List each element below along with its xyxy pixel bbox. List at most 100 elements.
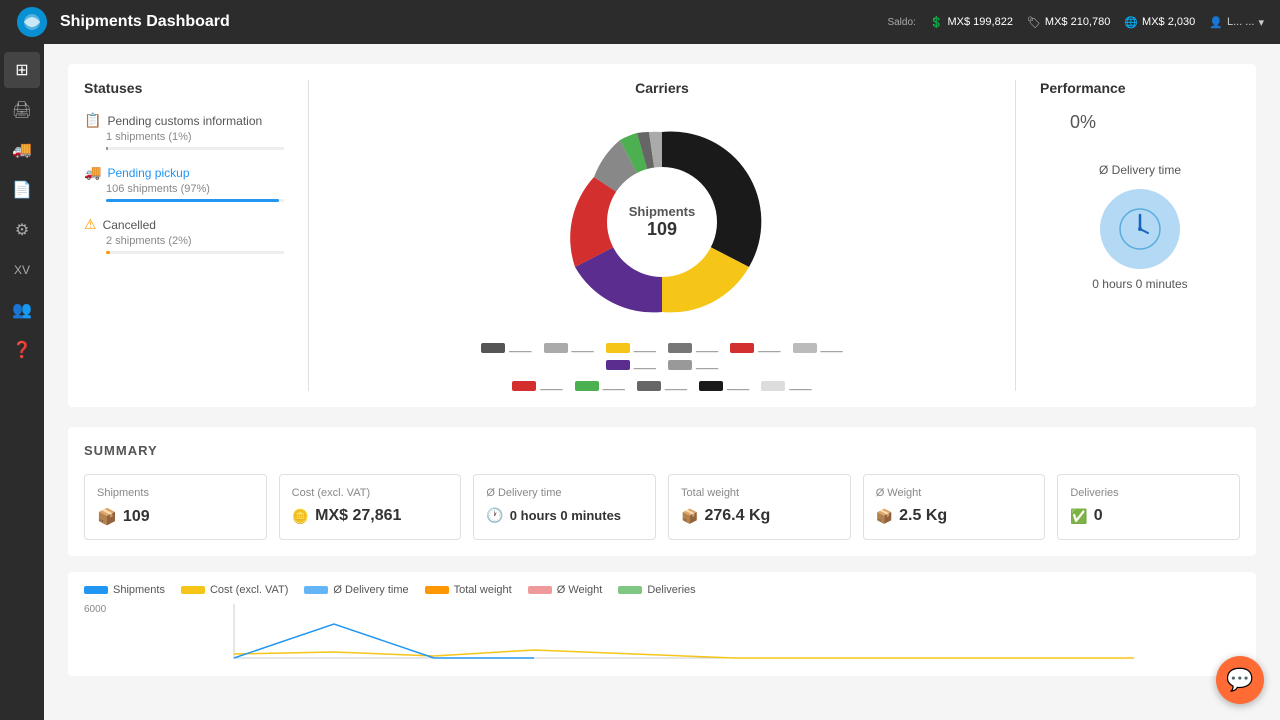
- cost-num: MX$ 27,861: [315, 507, 401, 525]
- main-layout: ⊞ 🖨 🚚 📄 ⚙ XV 👥 ❓ Statuses 📋 Pending cust…: [0, 44, 1280, 720]
- card-deliveries-label: Deliveries: [1070, 487, 1227, 499]
- card-cost: Cost (excl. VAT) 🪙 MX$ 27,861: [279, 474, 462, 540]
- legend-item-7: ____: [606, 359, 656, 370]
- legend-item-5: ____: [730, 342, 780, 353]
- cancelled-bar-fill: [106, 251, 110, 254]
- carriers-legend-row2: ____ ____ ____ ____: [512, 380, 811, 391]
- legend-color-6: [793, 343, 817, 353]
- shipments-num: 109: [123, 508, 150, 526]
- user-icon: 👤: [1209, 16, 1223, 29]
- weight-num: 276.4 Kg: [704, 507, 770, 525]
- saldo-label: Saldo:: [887, 17, 915, 28]
- user-menu[interactable]: 👤 L... ... ▾: [1209, 16, 1264, 29]
- clock-circle: [1100, 189, 1180, 269]
- legend-item-2: ____: [544, 342, 594, 353]
- legend-label-9: ____: [540, 380, 562, 391]
- shipments-icon: 📦: [97, 507, 117, 527]
- cost-line: [234, 650, 1134, 658]
- sidebar-item-shipments[interactable]: 🚚: [4, 132, 40, 168]
- avg-weight-icon: 📦: [876, 508, 893, 525]
- balance3: 🌐 MX$ 2,030: [1124, 16, 1195, 29]
- legend-label-total-weight: Total weight: [454, 584, 512, 596]
- summary-title: SUMMARY: [84, 443, 1240, 458]
- legend-item-10: ____: [575, 380, 625, 391]
- header-right: Saldo: 💲 MX$ 199,822 🏷 MX$ 210,780 🌐 MX$…: [887, 16, 1264, 29]
- sidebar-item-labels[interactable]: XV: [4, 252, 40, 288]
- sidebar-item-help[interactable]: ❓: [4, 332, 40, 368]
- cost-icon: 🪙: [292, 508, 309, 525]
- legend-color-4: [668, 343, 692, 353]
- deliveries-num: 0: [1094, 507, 1103, 525]
- customs-label: Pending customs information: [107, 114, 262, 128]
- legend-cost: Cost (excl. VAT): [181, 584, 288, 596]
- legend-item-9: ____: [512, 380, 562, 391]
- legend-color-delivery: [304, 586, 328, 594]
- username: L... ...: [1227, 16, 1255, 28]
- legend-color-2: [544, 343, 568, 353]
- legend-label-11: ____: [665, 380, 687, 391]
- sidebar-item-print[interactable]: 🖨: [4, 92, 40, 128]
- status-item-pending-pickup: 🚚 Pending pickup 106 shipments (97%): [84, 164, 284, 202]
- legend-label-10: ____: [603, 380, 625, 391]
- chart-wrapper: 6000: [84, 604, 1240, 664]
- card-avg-weight: Ø Weight 📦 2.5 Kg: [863, 474, 1046, 540]
- customs-bar: [106, 147, 284, 150]
- summary-section: SUMMARY Shipments 📦 109 Cost (excl. VAT)…: [68, 427, 1256, 556]
- legend-item-12: ____: [699, 380, 749, 391]
- legend-color-shipments: [84, 586, 108, 594]
- legend-total-weight: Total weight: [425, 584, 512, 596]
- balance1-amount: MX$ 199,822: [948, 16, 1013, 28]
- legend-item-4: ____: [668, 342, 718, 353]
- cancelled-label: Cancelled: [103, 218, 156, 232]
- legend-color-13: [761, 381, 785, 391]
- legend-color-9: [512, 381, 536, 391]
- pickup-icon: 🚚: [84, 164, 101, 181]
- card-delivery-label: Ø Delivery time: [486, 487, 643, 499]
- legend-color-cost: [181, 586, 205, 594]
- customs-bar-fill: [106, 147, 108, 150]
- card-weight-label: Total weight: [681, 487, 838, 499]
- balance2-amount: MX$ 210,780: [1045, 16, 1110, 28]
- avg-weight-num: 2.5 Kg: [899, 507, 947, 525]
- chart-svg: [128, 604, 1240, 659]
- chat-button[interactable]: 💬: [1216, 656, 1264, 704]
- card-weight-value: 📦 276.4 Kg: [681, 507, 838, 525]
- pickup-bar-fill: [106, 199, 279, 202]
- card-shipments-value: 📦 109: [97, 507, 254, 527]
- sidebar-item-users[interactable]: 👥: [4, 292, 40, 328]
- chart-y-label: 6000: [84, 604, 106, 615]
- carriers-legend: ____ ____ ____ ____: [452, 342, 872, 370]
- legend-label-4: ____: [696, 342, 718, 353]
- chat-icon: 💬: [1226, 667, 1253, 693]
- donut-label: Shipments: [629, 204, 695, 219]
- sidebar-item-dashboard[interactable]: ⊞: [4, 52, 40, 88]
- balance1-icon: 💲: [930, 16, 944, 29]
- legend-label-cost: Cost (excl. VAT): [210, 584, 288, 596]
- card-delivery-time: Ø Delivery time 🕐 0 hours 0 minutes: [473, 474, 656, 540]
- legend-shipments: Shipments: [84, 584, 165, 596]
- legend-label-7: ____: [634, 359, 656, 370]
- pickup-bar: [106, 199, 284, 202]
- sidebar-item-documents[interactable]: 📄: [4, 172, 40, 208]
- card-cost-value: 🪙 MX$ 27,861: [292, 507, 449, 525]
- deliveries-icon: ✅: [1070, 508, 1087, 525]
- carriers-title: Carriers: [635, 80, 689, 96]
- legend-label-13: ____: [789, 380, 811, 391]
- legend-deliveries-chart: Deliveries: [618, 584, 695, 596]
- divider-1: [308, 80, 309, 391]
- card-avg-weight-value: 📦 2.5 Kg: [876, 507, 1033, 525]
- card-total-weight: Total weight 📦 276.4 Kg: [668, 474, 851, 540]
- legend-label-1: ____: [509, 342, 531, 353]
- legend-color-7: [606, 360, 630, 370]
- sidebar-item-settings[interactable]: ⚙: [4, 212, 40, 248]
- chart-legend: Shipments Cost (excl. VAT) Ø Delivery ti…: [84, 584, 1240, 596]
- delivery-num: 0 hours 0 minutes: [510, 508, 621, 523]
- legend-item-8: ____: [668, 359, 718, 370]
- top-sections-row: Statuses 📋 Pending customs information 1…: [68, 64, 1256, 407]
- card-deliveries: Deliveries ✅ 0: [1057, 474, 1240, 540]
- legend-item-13: ____: [761, 380, 811, 391]
- legend-item-11: ____: [637, 380, 687, 391]
- weight-icon: 📦: [681, 508, 698, 525]
- balance2: 🏷 MX$ 210,780: [1027, 16, 1110, 29]
- card-deliveries-value: ✅ 0: [1070, 507, 1227, 525]
